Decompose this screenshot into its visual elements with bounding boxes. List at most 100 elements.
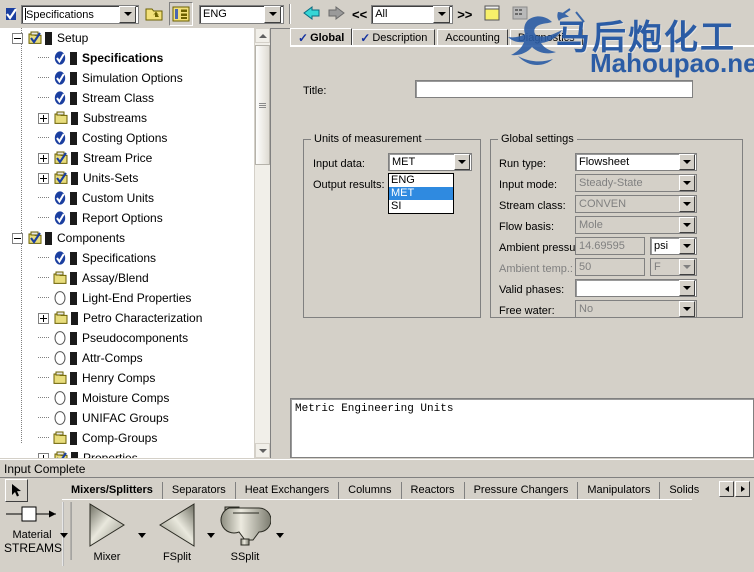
tree-item-setup[interactable]: Setup	[0, 28, 270, 48]
note-button[interactable]	[482, 4, 504, 24]
tree-item-pseudocomponents[interactable]: Pseudocomponents	[0, 328, 270, 348]
model-tab-manipulators[interactable]: Manipulators	[578, 481, 661, 499]
chevron-down-icon[interactable]	[264, 5, 281, 23]
fsplit-dropdown[interactable]	[207, 533, 215, 538]
tree-item-costing-options[interactable]: Costing Options	[0, 128, 270, 148]
tree-item-components[interactable]: Components	[0, 228, 270, 248]
folder-icon	[52, 430, 68, 446]
message-pane[interactable]: Metric Engineering Units	[290, 398, 754, 458]
ambient-temp-unit-combo[interactable]: F	[650, 258, 697, 276]
tree-item-stream-price[interactable]: Stream Price	[0, 148, 270, 168]
tab-global[interactable]: ✓ Global	[290, 28, 353, 46]
ssplit-dropdown[interactable]	[276, 533, 284, 538]
palette-item-mixer[interactable]: Mixer	[82, 502, 132, 563]
tree-item-unifac-groups[interactable]: UNIFAC Groups	[0, 408, 270, 428]
navigation-tree-panel[interactable]: Setup Specifications Simulation Options Str…	[0, 28, 271, 458]
tree-item-specifications[interactable]: Specifications	[0, 248, 270, 268]
palette-item-ssplit[interactable]: SSplit	[219, 502, 272, 563]
expand-node-button[interactable]	[38, 152, 49, 164]
chevron-down-icon[interactable]	[679, 217, 695, 233]
tree-item-properties[interactable]: Properties	[0, 448, 270, 458]
object-selector-combo[interactable]: Specifications	[21, 4, 139, 24]
tree-view-button[interactable]	[169, 2, 193, 26]
title-input[interactable]	[415, 80, 693, 98]
forward-arrow-icon[interactable]	[326, 4, 348, 24]
tree-item-label: Simulation Options	[82, 71, 183, 85]
expand-node-button[interactable]	[38, 452, 49, 458]
chevron-down-icon[interactable]	[454, 154, 470, 170]
tree-item-substreams[interactable]: Substreams	[0, 108, 270, 128]
chevron-down-icon[interactable]	[679, 154, 695, 170]
palette-item-fsplit[interactable]: FSplit	[152, 502, 202, 563]
free-water-input[interactable]: No	[575, 300, 697, 318]
collapse-node-button[interactable]	[12, 32, 23, 44]
chevron-down-icon[interactable]	[679, 301, 695, 317]
tree-item-petro-characterization[interactable]: Petro Characterization	[0, 308, 270, 328]
model-tab-heat-exchangers[interactable]: Heat Exchangers	[236, 481, 340, 499]
back-arrow-icon[interactable]	[300, 4, 322, 24]
scroll-left-icon[interactable]	[719, 481, 734, 497]
valid-phases-input[interactable]	[575, 279, 697, 297]
tree-item-units-sets[interactable]: Units-Sets	[0, 168, 270, 188]
tab-accounting[interactable]: Accounting	[437, 29, 508, 46]
material-stream-dropdown[interactable]	[60, 533, 68, 538]
filter-combo[interactable]: All	[371, 4, 454, 24]
model-tab-reactors[interactable]: Reactors	[402, 481, 465, 499]
tree-item-simulation-options[interactable]: Simulation Options	[0, 68, 270, 88]
parent-folder-button[interactable]	[143, 3, 165, 25]
model-tab-columns[interactable]: Columns	[339, 481, 402, 499]
scroll-down-button[interactable]	[255, 443, 270, 458]
input-data-combo[interactable]: MET	[388, 153, 472, 171]
ambient-temp-input[interactable]: 50	[575, 258, 645, 276]
stream-class-input[interactable]: CONVEN	[575, 195, 697, 213]
tree-item-attr-comps[interactable]: Attr-Comps	[0, 348, 270, 368]
flow-basis-input[interactable]: Mole	[575, 216, 697, 234]
chevron-down-icon[interactable]	[679, 196, 695, 212]
chevron-down-icon[interactable]	[119, 5, 136, 23]
model-tab-pressure-changers[interactable]: Pressure Changers	[465, 481, 579, 499]
tree-item-specifications[interactable]: Specifications	[0, 48, 270, 68]
dropdown-option-met[interactable]: MET	[389, 187, 453, 200]
ambient-pressure-unit-combo[interactable]: psi	[650, 237, 697, 255]
units-dropdown-list[interactable]: ENG MET SI	[388, 173, 454, 214]
expand-node-button[interactable]	[38, 172, 49, 184]
tree-item-custom-units[interactable]: Custom Units	[0, 188, 270, 208]
chevron-down-icon[interactable]	[679, 280, 695, 296]
scroll-right-icon[interactable]	[735, 481, 750, 497]
palette-item-material-stream[interactable]: Material STREAMS	[4, 502, 62, 555]
model-tab-scroll-buttons[interactable]	[718, 481, 750, 497]
dropdown-option-eng[interactable]: ENG	[389, 174, 453, 187]
run-type-input[interactable]: Flowsheet	[575, 153, 697, 171]
mixer-dropdown[interactable]	[138, 533, 146, 538]
chevron-down-icon[interactable]	[679, 259, 695, 275]
units-set-combo[interactable]: ENG	[199, 4, 284, 24]
tree-item-henry-comps[interactable]: Henry Comps	[0, 368, 270, 388]
model-tab-solids[interactable]: Solids	[660, 482, 708, 499]
tree-item-stream-class[interactable]: Stream Class	[0, 88, 270, 108]
input-mode-input[interactable]: Steady-State	[575, 174, 697, 192]
next-button[interactable]: >>	[457, 7, 472, 22]
dropdown-option-si[interactable]: SI	[389, 200, 453, 213]
scroll-up-button[interactable]	[255, 28, 270, 43]
model-tab-separators[interactable]: Separators	[163, 481, 236, 499]
tree-item-comp-groups[interactable]: Comp-Groups	[0, 428, 270, 448]
previous-button[interactable]: <<	[352, 7, 367, 22]
tree-item-light-end-properties[interactable]: Light-End Properties	[0, 288, 270, 308]
tree-item-report-options[interactable]: Report Options	[0, 208, 270, 228]
model-tab-mixers-splitters[interactable]: Mixers/Splitters	[62, 481, 163, 499]
chevron-down-icon[interactable]	[679, 238, 695, 254]
tree-scrollbar[interactable]	[254, 28, 270, 458]
chevron-down-icon[interactable]	[679, 175, 695, 191]
tab-description[interactable]: ✓ Description	[352, 29, 436, 46]
ambient-pressure-input[interactable]: 14.69595	[575, 237, 645, 255]
chevron-down-icon[interactable]	[433, 5, 451, 23]
select-tool-button[interactable]	[5, 479, 28, 502]
expand-node-button[interactable]	[38, 312, 49, 324]
tree-item-assay-blend[interactable]: Assay/Blend	[0, 268, 270, 288]
scrollbar-thumb[interactable]	[255, 45, 270, 165]
collapse-node-button[interactable]	[12, 232, 23, 244]
tab-diagnostics[interactable]: Diagnostics	[509, 29, 583, 46]
expand-node-button[interactable]	[38, 112, 49, 124]
tree-item-moisture-comps[interactable]: Moisture Comps	[0, 388, 270, 408]
properties-button[interactable]	[510, 4, 532, 24]
